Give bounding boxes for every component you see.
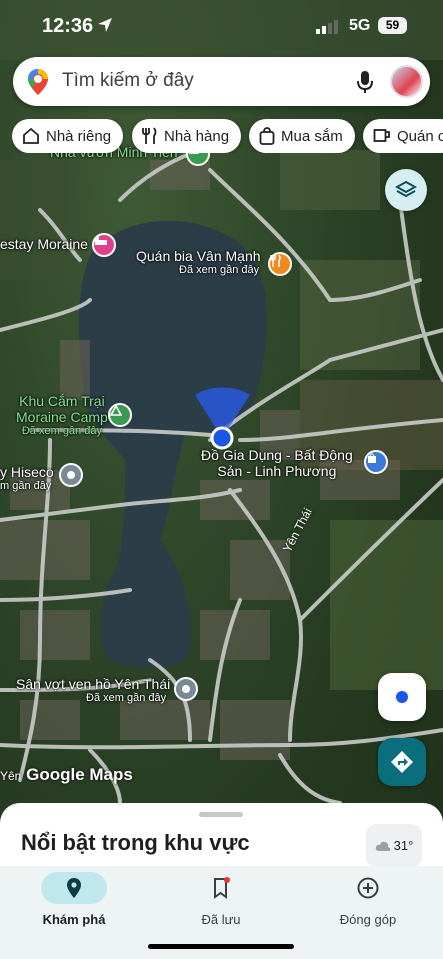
google-maps-watermark: Yên Google Maps bbox=[0, 765, 133, 785]
chip-shopping[interactable]: Mua sắm bbox=[249, 119, 355, 153]
chip-home-label: Nhà riêng bbox=[46, 127, 112, 145]
directions-icon bbox=[391, 751, 413, 773]
bookmark-icon bbox=[156, 872, 286, 904]
my-location-button[interactable] bbox=[378, 673, 426, 721]
lodging-marker-icon[interactable] bbox=[92, 233, 116, 257]
poi-gia-dung-line2: Sản - Linh Phương bbox=[217, 463, 337, 479]
camp-marker-icon[interactable] bbox=[108, 403, 132, 427]
nav-contribute[interactable]: Đóng góp bbox=[303, 872, 433, 927]
chip-shopping-label: Mua sắm bbox=[281, 127, 343, 145]
home-icon bbox=[23, 127, 39, 144]
poi-quan-bia[interactable]: Quán bia Vân Mạnh Đã xem gần đây bbox=[136, 248, 261, 276]
poi-san-vot-sub: Đã xem gần đây bbox=[86, 692, 167, 704]
layers-button[interactable] bbox=[385, 169, 427, 211]
home-indicator bbox=[148, 944, 294, 949]
my-location-icon bbox=[396, 691, 408, 703]
nav-saved-label: Đã lưu bbox=[201, 912, 241, 927]
battery-level: 59 bbox=[385, 18, 400, 32]
poi-camp-name-2: Moraine Camp bbox=[16, 409, 108, 425]
poi-san-vot[interactable]: Sân vợt ven hồ Yên Thái Đã xem gần đây bbox=[16, 676, 170, 704]
chip-restaurant-label: Nhà hàng bbox=[164, 127, 230, 145]
poi-gia-dung[interactable]: Đồ Gia Dụng - Bất Động Sản - Linh Phương bbox=[201, 447, 353, 479]
google-maps-pin-icon bbox=[28, 69, 48, 95]
search-bar[interactable]: Tìm kiếm ở đây bbox=[13, 57, 430, 106]
poi-gia-dung-line1: Đồ Gia Dụng - Bất Động bbox=[201, 447, 353, 463]
nav-explore-label: Khám phá bbox=[42, 912, 106, 927]
poi-homestay[interactable]: estay Moraine bbox=[0, 236, 88, 252]
coffee-icon bbox=[373, 129, 390, 142]
sheet-title: Nổi bật trong khu vực bbox=[21, 830, 250, 855]
current-location-dot bbox=[210, 426, 234, 450]
add-circle-icon bbox=[303, 872, 433, 904]
restaurant-icon bbox=[142, 127, 157, 144]
nav-contribute-label: Đóng góp bbox=[339, 912, 397, 927]
network-type: 5G bbox=[349, 17, 371, 34]
status-bar: 12:36 5G 59 bbox=[0, 0, 443, 52]
directions-button[interactable] bbox=[378, 738, 426, 786]
google-maps-brand: Google Maps bbox=[26, 765, 133, 784]
weather-badge[interactable]: 31° bbox=[366, 824, 422, 867]
poi-camp-sub: Đã xem gần đây bbox=[21, 425, 102, 437]
restaurant-marker-icon[interactable] bbox=[268, 252, 292, 276]
generic-marker-icon[interactable] bbox=[59, 463, 83, 487]
search-placeholder[interactable]: Tìm kiếm ở đây bbox=[62, 70, 194, 92]
microphone-icon[interactable] bbox=[357, 70, 373, 94]
account-avatar[interactable] bbox=[390, 65, 423, 98]
battery-icon: 59 bbox=[378, 17, 407, 34]
nav-explore[interactable]: Khám phá bbox=[9, 872, 139, 927]
category-chips: Nhà riêng Nhà hàng Mua sắm Quán c bbox=[12, 119, 443, 153]
poi-quan-bia-sub: Đã xem gần đây bbox=[179, 264, 260, 276]
signal-bars-icon bbox=[316, 20, 338, 34]
poi-camp[interactable]: Khu Cắm Trại Moraine Camp Đã xem gần đây bbox=[16, 393, 108, 437]
layers-icon bbox=[395, 180, 417, 198]
sheet-drag-handle[interactable] bbox=[199, 812, 243, 817]
chip-coffee[interactable]: Quán c bbox=[363, 119, 443, 153]
poi-camp-name-1: Khu Cắm Trại bbox=[19, 393, 105, 409]
generic-marker-icon[interactable] bbox=[174, 677, 198, 701]
chip-home[interactable]: Nhà riêng bbox=[12, 119, 124, 153]
explore-pin-icon bbox=[41, 872, 107, 904]
chip-coffee-label: Quán c bbox=[397, 127, 443, 145]
watermark-left-label: Yên bbox=[0, 769, 22, 783]
location-arrow-icon bbox=[98, 18, 112, 32]
poi-san-vot-name: Sân vợt ven hồ Yên Thái bbox=[16, 676, 171, 692]
poi-hiseco-sub: m gần đây bbox=[0, 480, 52, 492]
poi-hiseco[interactable]: y Hiseco m gần đây bbox=[0, 464, 54, 492]
shopping-bag-icon bbox=[259, 127, 275, 145]
poi-hiseco-name: y Hiseco bbox=[0, 464, 54, 480]
chip-restaurant[interactable]: Nhà hàng bbox=[132, 119, 242, 153]
status-time: 12:36 bbox=[42, 15, 94, 37]
nav-saved[interactable]: Đã lưu bbox=[156, 872, 286, 927]
shopping-marker-icon[interactable] bbox=[364, 450, 388, 474]
poi-quan-bia-name: Quán bia Vân Mạnh bbox=[136, 248, 261, 264]
weather-temp: 31° bbox=[393, 838, 414, 853]
poi-homestay-name: estay Moraine bbox=[0, 236, 88, 252]
cloud-icon bbox=[375, 841, 390, 851]
